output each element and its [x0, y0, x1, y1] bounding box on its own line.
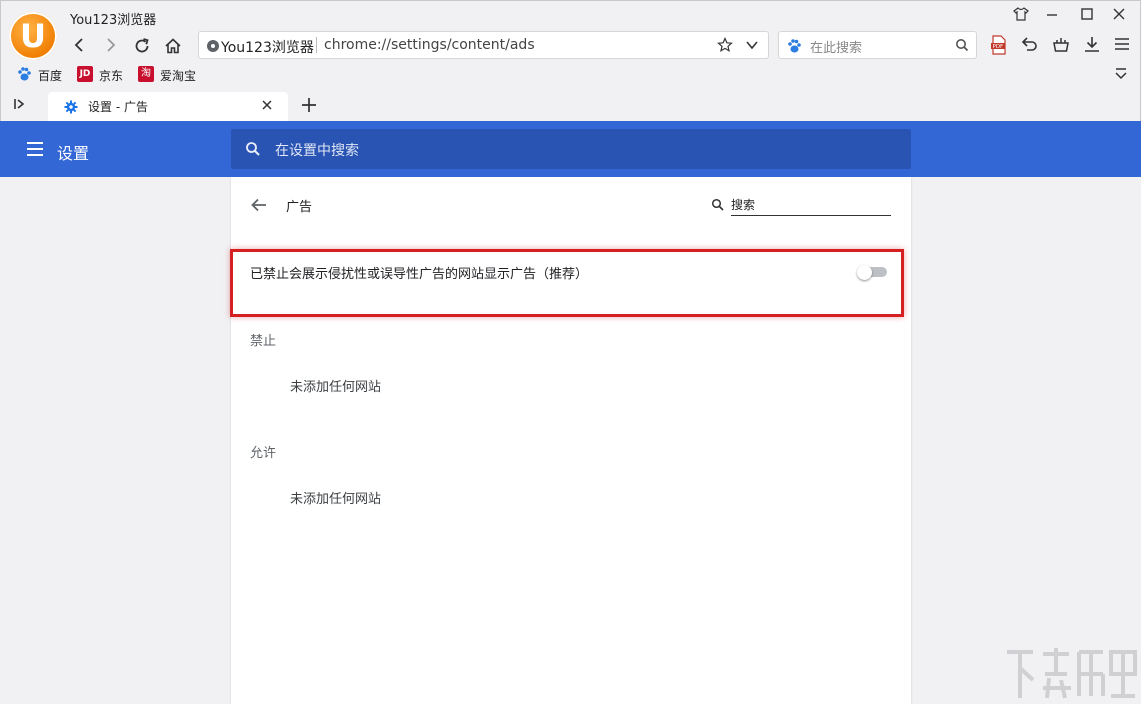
web-search-icon[interactable] — [955, 38, 969, 56]
tab-close-icon[interactable] — [261, 99, 273, 115]
download-icon[interactable] — [1080, 34, 1104, 56]
home-icon[interactable] — [161, 35, 185, 57]
address-dropdown-icon[interactable] — [745, 38, 759, 56]
tab-settings-ads[interactable]: 设置 - 广告 — [48, 92, 288, 121]
web-search-placeholder: 在此搜索 — [810, 41, 863, 56]
chrome-icon — [207, 40, 219, 52]
logo-letter: U — [20, 17, 46, 55]
address-url[interactable]: chrome://settings/content/ads — [324, 37, 535, 53]
reload-icon[interactable] — [130, 35, 154, 57]
ads-toggle-row-highlight — [230, 249, 904, 317]
forward-icon[interactable] — [98, 35, 122, 57]
ads-toggle-switch[interactable] — [857, 265, 889, 280]
close-window-icon[interactable] — [1104, 4, 1134, 24]
bookmarks-more-icon[interactable] — [1114, 67, 1128, 85]
toggle-knob — [857, 265, 872, 280]
settings-search-input[interactable]: 在设置中搜索 — [231, 129, 911, 169]
baidu-paw-icon — [16, 66, 32, 82]
taobao-icon: 淘 — [138, 66, 154, 82]
allowed-empty-note: 未添加任何网站 — [290, 492, 382, 507]
allowed-section-heading: 允许 — [250, 446, 277, 461]
settings-search-placeholder: 在设置中搜索 — [275, 143, 359, 159]
bookmark-label: 百度 — [38, 69, 63, 83]
address-bar[interactable]: You123浏览器 chrome://settings/content/ads — [198, 31, 769, 59]
watermark-logo — [1003, 644, 1138, 702]
extensions-icon[interactable] — [1049, 34, 1073, 56]
maximize-icon[interactable] — [1072, 4, 1102, 24]
settings-gear-icon — [64, 100, 78, 118]
blocked-section-heading: 禁止 — [250, 334, 277, 349]
address-separator — [316, 37, 317, 53]
svg-text:PDF: PDF — [993, 44, 1004, 50]
skin-icon[interactable] — [1006, 4, 1036, 24]
baidu-paw-icon[interactable] — [786, 38, 802, 58]
page-title: 广告 — [286, 200, 313, 215]
jd-icon: JD — [77, 66, 93, 82]
bookmark-label: 爱淘宝 — [160, 69, 197, 83]
undo-close-icon[interactable] — [1018, 34, 1042, 56]
pdf-icon[interactable]: PDF — [987, 34, 1011, 56]
search-icon — [711, 198, 725, 216]
sidebar-toggle-icon[interactable] — [12, 97, 26, 115]
web-search-box[interactable]: 在此搜索 — [778, 31, 977, 59]
menu-icon[interactable] — [1110, 34, 1134, 56]
settings-title: 设置 — [57, 144, 90, 163]
search-icon — [245, 141, 261, 161]
settings-menu-icon[interactable] — [26, 141, 44, 161]
tab-title: 设置 - 广告 — [88, 100, 148, 114]
bookmark-label: 京东 — [99, 69, 124, 83]
ads-search-field[interactable]: 搜索 — [711, 194, 891, 218]
minimize-icon[interactable] — [1037, 4, 1067, 24]
back-arrow-icon[interactable] — [250, 196, 268, 218]
ads-search-input[interactable]: 搜索 — [731, 196, 891, 216]
blocked-empty-note: 未添加任何网站 — [290, 380, 382, 395]
app-title: You123浏览器 — [70, 13, 157, 28]
address-site-name: You123浏览器 — [221, 40, 314, 56]
ads-toggle-label: 已禁止会展示侵扰性或误导性广告的网站显示广告（推荐） — [250, 267, 589, 282]
bookmark-star-icon[interactable] — [717, 37, 733, 57]
back-icon[interactable] — [68, 35, 92, 57]
new-tab-icon[interactable] — [300, 96, 318, 118]
browser-logo[interactable]: U — [9, 12, 57, 60]
